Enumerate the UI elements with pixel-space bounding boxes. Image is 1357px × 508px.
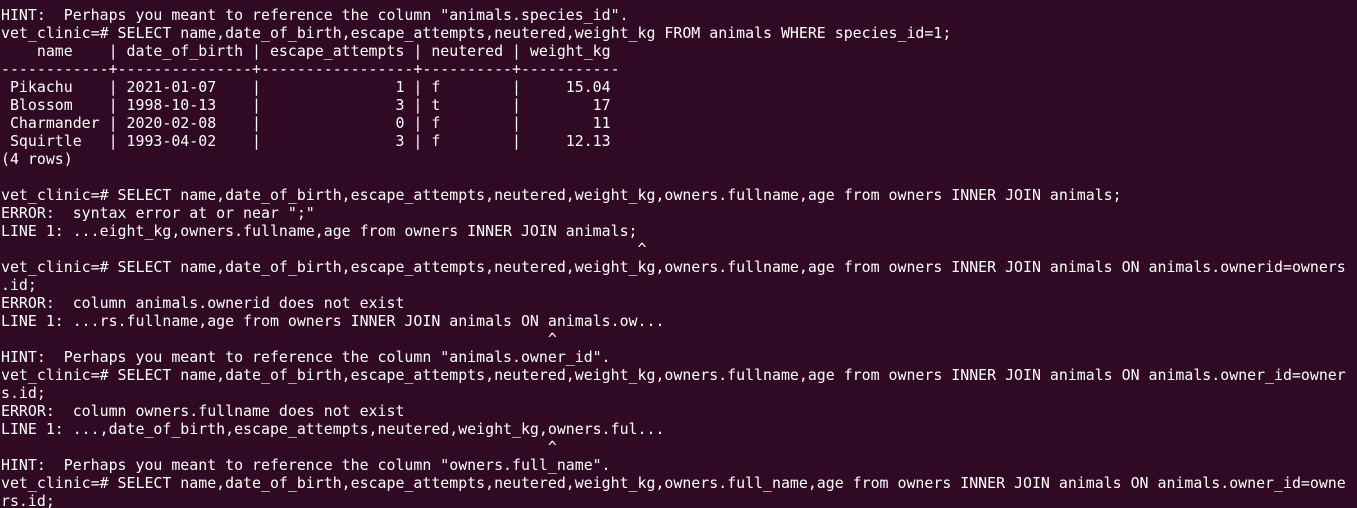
command-line-wrap: s.id; xyxy=(1,384,46,402)
table-header: name | date_of_birth | escape_attempts |… xyxy=(1,42,611,60)
command-line: vet_clinic=# SELECT name,date_of_birth,e… xyxy=(1,24,952,42)
table-row: Pikachu | 2021-01-07 | 1 | f | 15.04 xyxy=(1,78,611,96)
table-row: Blossom | 1998-10-13 | 3 | t | 17 xyxy=(1,96,611,114)
error-context-line: LINE 1: ...rs.fullname,age from owners I… xyxy=(1,312,665,330)
table-row: Charmander | 2020-02-08 | 0 | f | 11 xyxy=(1,114,611,132)
table-row: Squirtle | 1993-04-02 | 3 | f | 12.13 xyxy=(1,132,611,150)
error-line: ERROR: column owners.fullname does not e… xyxy=(1,402,405,420)
error-context-line: LINE 1: ...eight_kg,owners.fullname,age … xyxy=(1,222,638,240)
error-line: ERROR: column animals.ownerid does not e… xyxy=(1,294,405,312)
row-count: (4 rows) xyxy=(1,150,73,168)
table-separator: ------------+---------------+-----------… xyxy=(1,60,620,78)
error-caret-line: ^ xyxy=(1,240,647,258)
hint-line: HINT: Perhaps you meant to reference the… xyxy=(1,348,611,366)
command-line: vet_clinic=# SELECT name,date_of_birth,e… xyxy=(1,474,1346,492)
error-caret-line: ^ xyxy=(1,330,557,348)
terminal-window[interactable]: HINT: Perhaps you meant to reference the… xyxy=(0,0,1357,508)
command-line-wrap: rs.id; xyxy=(1,492,55,508)
command-line: vet_clinic=# SELECT name,date_of_birth,e… xyxy=(1,258,1346,276)
error-context-line: LINE 1: ...,date_of_birth,escape_attempt… xyxy=(1,420,665,438)
command-line-wrap: .id; xyxy=(1,276,37,294)
error-line: ERROR: syntax error at or near ";" xyxy=(1,204,315,222)
error-caret-line: ^ xyxy=(1,438,557,456)
command-line: vet_clinic=# SELECT name,date_of_birth,e… xyxy=(1,366,1346,384)
hint-line: HINT: Perhaps you meant to reference the… xyxy=(1,6,629,24)
command-line: vet_clinic=# SELECT name,date_of_birth,e… xyxy=(1,186,1122,204)
hint-line: HINT: Perhaps you meant to reference the… xyxy=(1,456,611,474)
